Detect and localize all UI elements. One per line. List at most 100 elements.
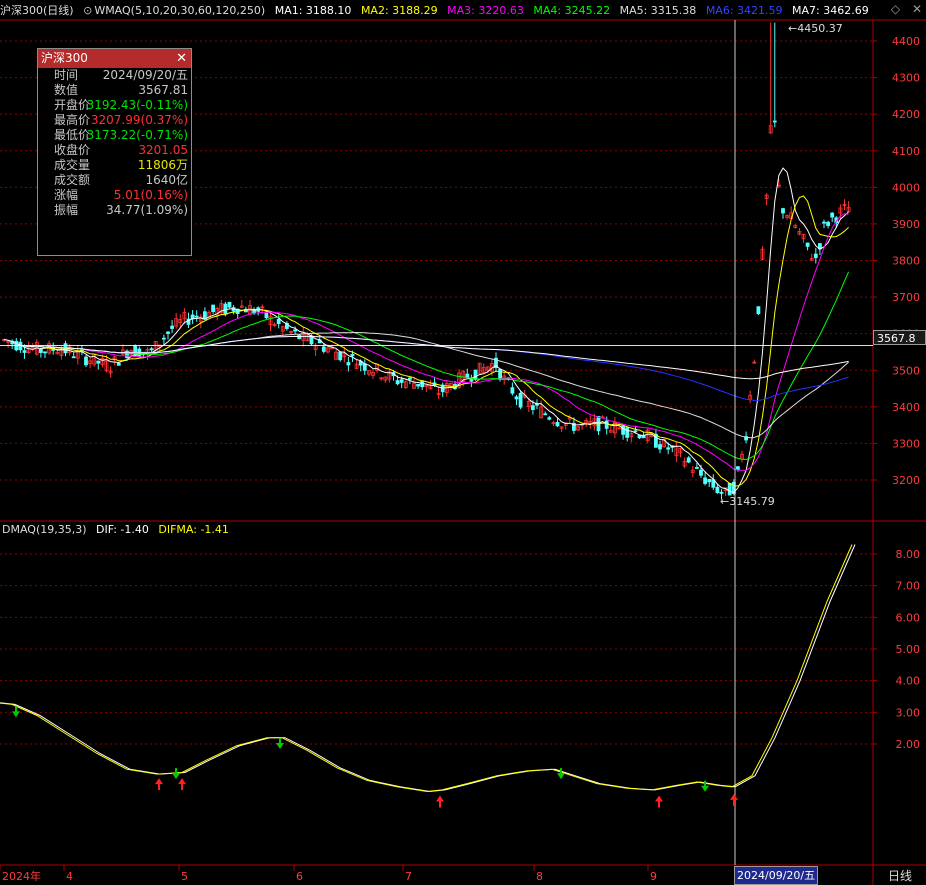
x-tick-label: 5 <box>181 870 188 883</box>
candle-body <box>518 392 523 408</box>
candle-body <box>604 420 609 429</box>
dif-label: DIF: -1.40 <box>96 523 149 536</box>
candle-body <box>321 346 326 352</box>
buy-arrow <box>730 793 738 800</box>
candle-body <box>625 427 630 438</box>
popup-row: 收盘价 3201.05 <box>38 143 191 158</box>
candle-body <box>699 469 703 476</box>
ma1-label: MA1: 3188.10 <box>274 4 352 17</box>
popup-row-label: 成交额 <box>54 173 91 187</box>
candle-body <box>805 242 810 247</box>
price-tick-label: 3400 <box>892 401 920 414</box>
candle-body <box>703 477 707 484</box>
indicator-tick-label: 6.00 <box>896 611 921 624</box>
candle-body <box>543 413 548 416</box>
x-tick-label: 4 <box>66 870 73 883</box>
candle-body <box>116 362 121 366</box>
period-label: (日线) <box>43 4 74 17</box>
popup-row-value: 5.01(0.16%) <box>113 188 188 202</box>
candle-body <box>166 331 170 334</box>
price-tick-label: 4100 <box>892 145 920 158</box>
price-tick-label: 4400 <box>892 35 920 48</box>
indicator-dropdown-icon[interactable]: ⊙ <box>83 4 92 17</box>
candle-body <box>22 350 27 353</box>
price-tick-label: 3800 <box>892 255 920 268</box>
candle-body <box>71 356 76 359</box>
popup-row-label: 成交量 <box>54 158 91 172</box>
indicator-legend: DMAQ(19,35,3) DIF: -1.40 DIFMA: -1.41 <box>2 521 235 539</box>
candle-body <box>211 304 216 312</box>
candle-body <box>781 208 785 214</box>
candle-body <box>813 253 818 259</box>
indicator-tick-label: 5.00 <box>896 643 921 656</box>
dif-line <box>0 544 856 793</box>
candle-body <box>293 329 298 332</box>
candle-body <box>223 303 228 315</box>
candle-body <box>666 447 671 450</box>
candle-body <box>416 383 421 387</box>
period-button[interactable]: 日线 <box>888 867 912 884</box>
popup-title-bar[interactable]: 沪深300 ✕ <box>38 49 191 68</box>
difma-label: DIFMA: -1.41 <box>158 523 229 536</box>
candle-body <box>395 380 400 385</box>
symbol-label[interactable]: 沪深300 <box>0 4 43 17</box>
candle-body <box>498 368 503 380</box>
candle-body <box>555 422 560 427</box>
candle-body <box>96 360 101 364</box>
candle-body <box>637 434 642 439</box>
candle-body <box>202 311 207 320</box>
buy-arrow <box>436 795 444 802</box>
candle-body <box>633 430 638 433</box>
popup-row: 涨幅 5.01(0.16%) <box>38 188 191 203</box>
candle-body <box>715 486 720 494</box>
candle-body <box>346 362 351 366</box>
price-tick-label: 3300 <box>892 437 920 450</box>
settings-icon[interactable]: ◇ <box>891 2 900 16</box>
candle-body <box>822 221 826 224</box>
popup-row-value: 3207.99(0.37%) <box>90 113 188 127</box>
popup-row-value: 3192.43(-0.11%) <box>86 98 188 112</box>
indicator-tick-label: 8.00 <box>896 548 921 561</box>
candle-body <box>338 351 343 361</box>
popup-row: 时间 2024/09/20/五 <box>38 68 191 83</box>
difma-line <box>0 544 853 793</box>
popup-row-label: 振幅 <box>54 203 79 217</box>
price-tick-label: 4300 <box>892 72 920 85</box>
candle-body <box>125 350 129 358</box>
indicator-name[interactable]: WMAQ(5,10,20,30,60,120,250) <box>94 4 265 17</box>
x-tick-label: 9 <box>650 870 657 883</box>
buy-arrow <box>178 778 186 785</box>
popup-row-value: 1640亿 <box>145 173 188 187</box>
candle-body <box>826 221 830 226</box>
ma3-label: MA3: 3220.63 <box>447 4 524 17</box>
indicator-tick-label: 2.00 <box>896 738 921 751</box>
popup-row-label: 开盘价 <box>54 98 91 112</box>
popup-rows: 时间 2024/09/20/五 数值 3567.81 开盘价 3192.43(-0.11%… <box>38 68 191 218</box>
candle-body <box>469 379 474 382</box>
indicator-title[interactable]: DMAQ(19,35,3) <box>2 523 87 536</box>
popup-close-icon[interactable]: ✕ <box>176 49 187 68</box>
sell-arrow <box>557 773 565 780</box>
candle-body <box>84 356 88 366</box>
ma7-label: MA7: 3462.69 <box>792 4 869 17</box>
x-tick-label: 6 <box>296 870 303 883</box>
candle-body <box>707 478 712 483</box>
popup-row: 最高价 3207.99(0.37%) <box>38 113 191 128</box>
popup-row-label: 收盘价 <box>54 143 91 157</box>
candle-body <box>531 405 535 410</box>
data-popup[interactable]: 沪深300 ✕ 时间 2024/09/20/五 数值 3567.81 开盘价 3192.4… <box>37 48 192 256</box>
popup-row-value: 2024/09/20/五 <box>102 68 188 82</box>
candle-body <box>350 354 355 357</box>
candle-body <box>407 377 412 380</box>
close-icon[interactable]: ✕ <box>912 2 922 16</box>
popup-row: 振幅 34.77(1.09%) <box>38 203 191 218</box>
ma5-label: MA5: 3315.38 <box>619 4 697 17</box>
candle-body <box>736 466 740 470</box>
popup-row-label: 最低价 <box>54 128 91 142</box>
price-tick-label: 3900 <box>892 218 920 231</box>
candle-body <box>170 325 175 329</box>
ma4-label: MA4: 3245.22 <box>533 4 611 17</box>
popup-row-label: 时间 <box>54 68 79 82</box>
ma4-line <box>3 271 850 461</box>
popup-row-value: 34.77(1.09%) <box>106 203 188 217</box>
